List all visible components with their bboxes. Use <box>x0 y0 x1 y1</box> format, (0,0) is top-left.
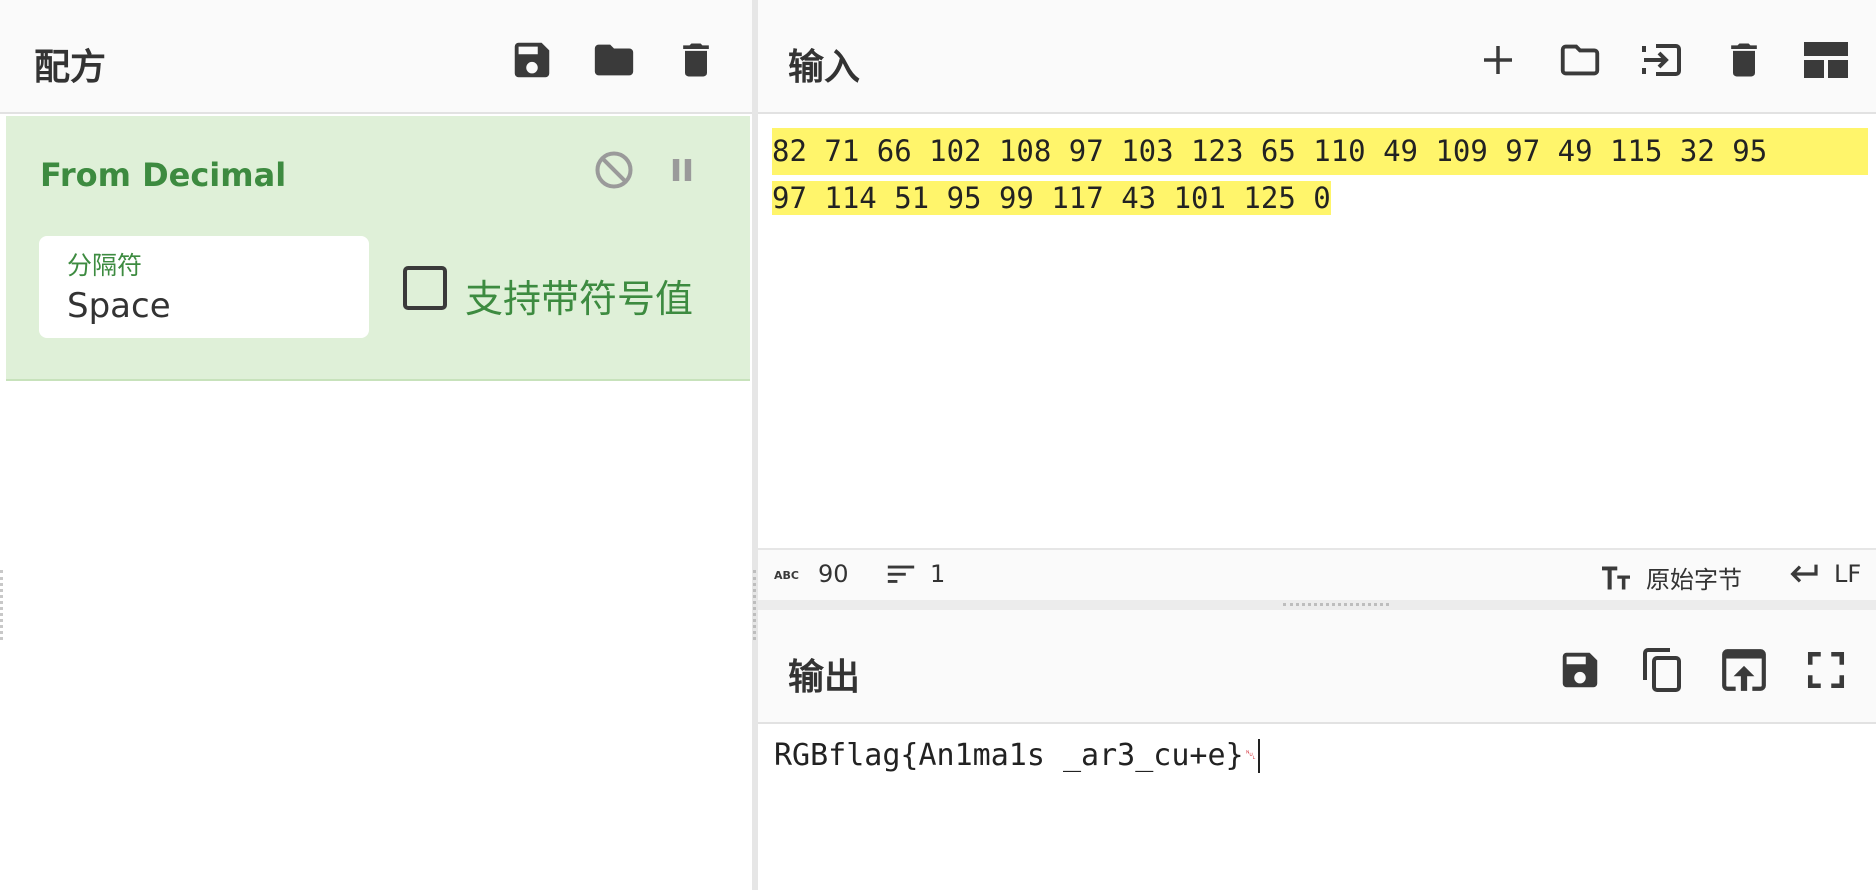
output-title: 输出 <box>788 657 861 698</box>
replace-input-icon[interactable] <box>1714 640 1774 700</box>
lines-icon <box>886 562 916 586</box>
folder-icon[interactable] <box>584 30 644 90</box>
copy-icon[interactable] <box>1632 640 1692 700</box>
input-header: 输入 <box>758 0 1876 114</box>
save-icon[interactable] <box>1550 640 1610 700</box>
text-caret <box>1258 738 1261 773</box>
length-value: 90 <box>818 560 849 588</box>
folder-icon[interactable] <box>1550 30 1610 90</box>
abc-icon: ABC <box>774 564 804 584</box>
recipe-panel: 配方 From Decimal 分隔符 Space 支持带符号值 <box>0 0 752 890</box>
output-toolbar <box>1528 640 1856 700</box>
input-line: 97 114 51 95 99 117 43 101 125 0 <box>772 181 1331 215</box>
signed-values-label: 支持带符号值 <box>465 277 694 321</box>
input-line: 82 71 66 102 108 97 103 123 65 110 49 10… <box>772 128 1868 175</box>
delimiter-label: 分隔符 <box>67 251 143 280</box>
text-size-icon <box>1600 564 1632 592</box>
output-textarea[interactable]: RGBflag{An1ma1s _ar3_cu+e} ␀ <box>774 738 1261 773</box>
input-toolbar <box>1446 30 1856 90</box>
pause-icon[interactable] <box>660 148 708 196</box>
input-status-bar: ABC 90 1 原始字节 LF <box>758 548 1876 600</box>
encoding-value[interactable]: 原始字节 <box>1646 560 1742 595</box>
trash-icon[interactable] <box>1714 30 1774 90</box>
fullscreen-icon[interactable] <box>1796 640 1856 700</box>
operation-title: From Decimal <box>40 156 287 194</box>
eol-stat[interactable]: LF <box>1788 560 1861 588</box>
recipe-header: 配方 <box>0 0 752 114</box>
import-icon[interactable] <box>1632 30 1692 90</box>
encoding-stat[interactable]: 原始字节 <box>1600 560 1742 595</box>
output-header: 输出 <box>758 610 1876 724</box>
lines-stat: 1 <box>886 560 945 588</box>
svg-text:ABC: ABC <box>774 569 799 582</box>
save-icon[interactable] <box>502 30 562 90</box>
output-panel: 输出 RGBflag{An1ma1s _ar3_cu+e} ␀ <box>758 610 1876 890</box>
plus-icon[interactable] <box>1468 30 1528 90</box>
lines-value: 1 <box>930 560 946 588</box>
nul-char-icon: ␀ <box>1245 748 1257 763</box>
signed-values-checkbox[interactable] <box>403 266 447 310</box>
return-icon <box>1788 562 1820 586</box>
horizontal-divider-grip[interactable] <box>1283 603 1389 608</box>
delimiter-value[interactable]: Space <box>67 286 171 326</box>
length-stat: ABC 90 <box>774 560 849 588</box>
output-value: RGBflag{An1ma1s _ar3_cu+e} <box>774 738 1244 773</box>
input-title: 输入 <box>788 47 861 88</box>
input-panel: 输入 82 71 66 102 108 97 103 123 65 110 49… <box>758 0 1876 604</box>
layout-icon[interactable] <box>1796 30 1856 90</box>
recipe-resize-handle[interactable] <box>0 570 6 640</box>
input-textarea[interactable]: 82 71 66 102 108 97 103 123 65 110 49 10… <box>772 128 1868 222</box>
disable-operation-icon[interactable] <box>592 148 640 196</box>
recipe-title: 配方 <box>34 47 107 88</box>
operation-from-decimal[interactable]: From Decimal 分隔符 Space 支持带符号值 <box>6 116 750 381</box>
recipe-toolbar <box>480 30 726 90</box>
trash-icon[interactable] <box>666 30 726 90</box>
delimiter-field[interactable]: 分隔符 Space <box>39 236 369 338</box>
eol-value[interactable]: LF <box>1834 560 1861 588</box>
